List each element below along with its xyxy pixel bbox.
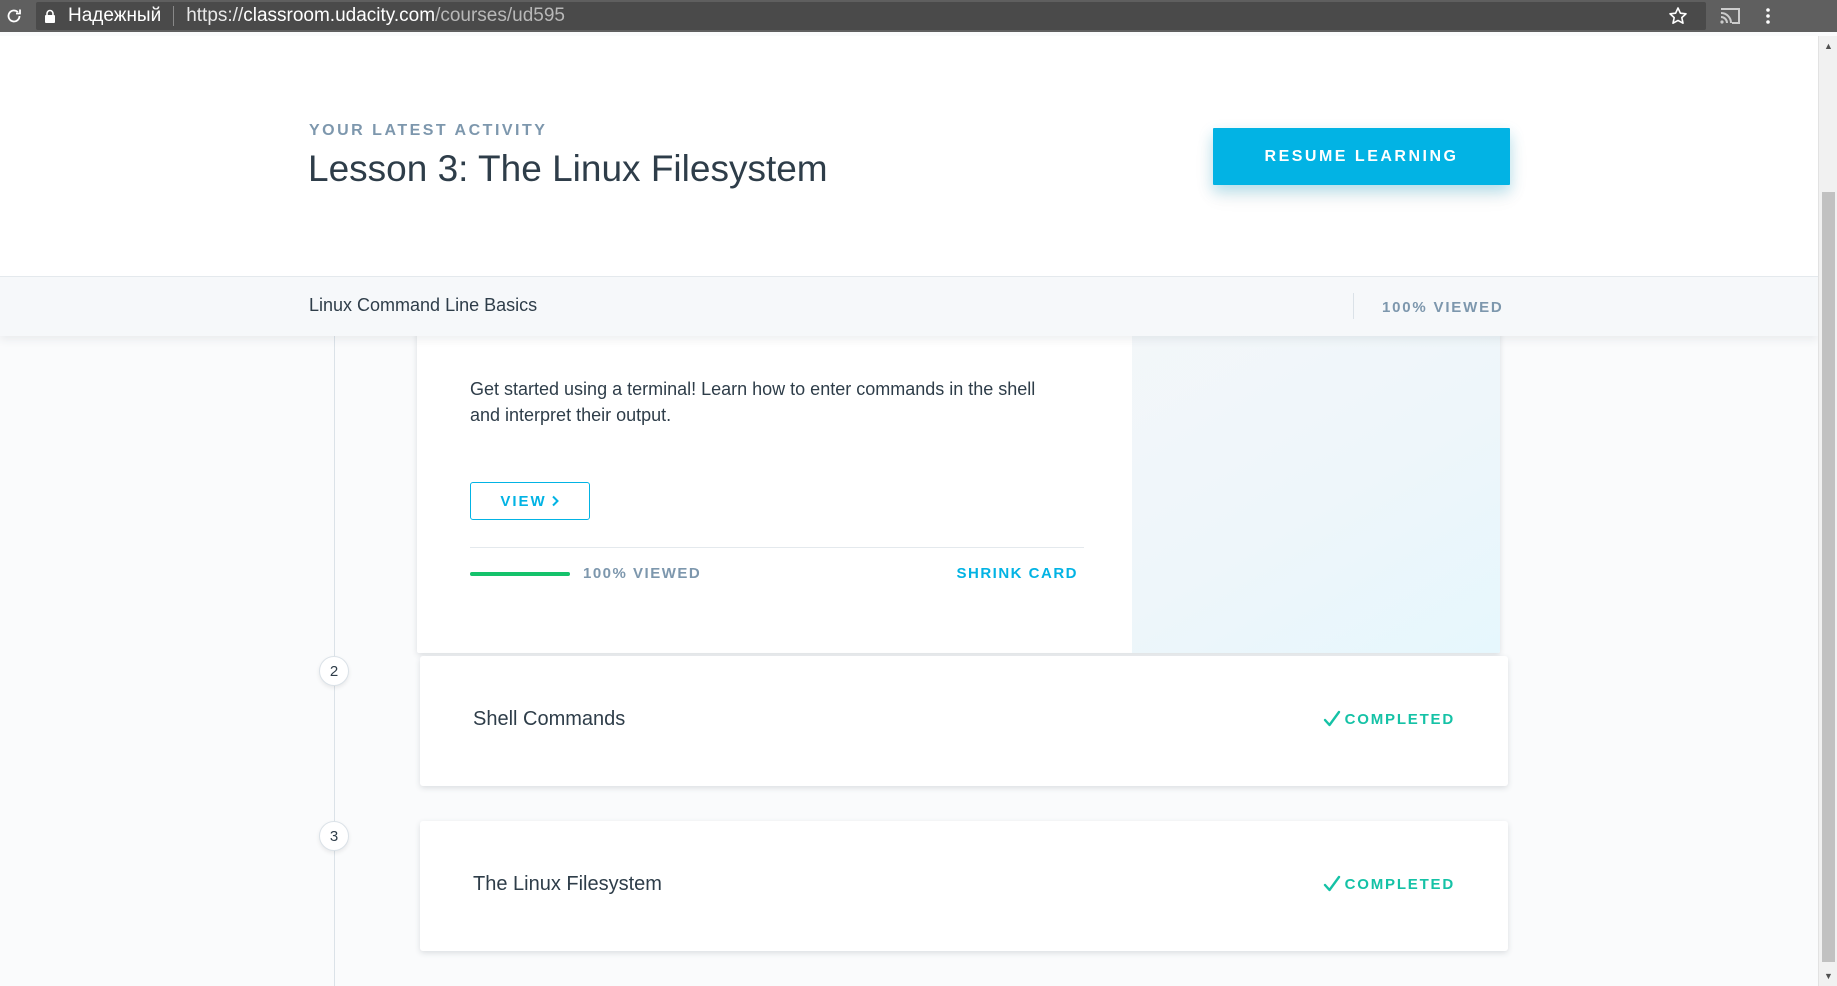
page-scrollbar[interactable]: ▲ ▼ (1818, 36, 1837, 986)
scroll-down-arrow-icon[interactable]: ▼ (1819, 968, 1837, 984)
reload-icon[interactable] (0, 2, 28, 30)
checkmark-icon (1323, 710, 1341, 728)
subheader-divider (1353, 293, 1354, 319)
card-divider (470, 547, 1084, 548)
address-bar[interactable]: Надежный https://classroom.udacity.com/c… (36, 2, 1706, 30)
view-button-label: VIEW (500, 492, 547, 510)
checkmark-icon (1323, 875, 1341, 893)
bookmark-star-icon[interactable] (1664, 2, 1692, 30)
lesson-progress-fill (470, 572, 570, 576)
view-lesson-button[interactable]: VIEW (470, 482, 590, 520)
latest-activity-header: YOUR LATEST ACTIVITY Lesson 3: The Linux… (0, 36, 1818, 336)
lesson-description: Get started using a terminal! Learn how … (470, 379, 1036, 425)
url-host: classroom.udacity.com (243, 5, 436, 26)
course-subheader: Linux Command Line Basics 100% VIEWED (0, 276, 1818, 336)
lesson-progress-bar (470, 572, 570, 576)
latest-activity-title[interactable]: Lesson 3: The Linux Filesystem (308, 148, 828, 190)
url-text[interactable]: https://classroom.udacity.com/courses/ud… (186, 5, 565, 27)
resume-learning-button[interactable]: RESUME LEARNING (1213, 128, 1510, 185)
completed-label: COMPLETED (1344, 875, 1455, 893)
course-viewed-label: 100% VIEWED (1382, 299, 1504, 316)
cast-icon[interactable] (1716, 2, 1744, 30)
lesson-card-illustration (1132, 286, 1500, 653)
latest-activity-label: YOUR LATEST ACTIVITY (309, 122, 548, 139)
completed-badge: COMPLETED (1323, 710, 1455, 728)
url-scheme: https:// (186, 5, 244, 26)
completed-label: COMPLETED (1344, 710, 1455, 728)
classroom-page: Get started using a terminal! Learn how … (0, 36, 1818, 986)
secure-label: Надежный (68, 5, 162, 26)
lesson-progress-label: 100% VIEWED (583, 565, 702, 582)
url-path: /courses/ud595 (435, 5, 565, 26)
lesson-card[interactable]: Shell Commands COMPLETED (420, 656, 1508, 786)
browser-toolbar: Надежный https://classroom.udacity.com/c… (0, 0, 1837, 32)
lesson-step-number: 3 (319, 821, 349, 851)
completed-badge: COMPLETED (1323, 875, 1455, 893)
lesson-title: The Linux Filesystem (473, 873, 662, 895)
lesson-card-expanded: Get started using a terminal! Learn how … (417, 286, 1500, 653)
lesson-title: Shell Commands (473, 708, 626, 730)
scroll-up-arrow-icon[interactable]: ▲ (1819, 38, 1837, 54)
chevron-right-icon (551, 495, 560, 507)
browser-menu-icon[interactable] (1754, 2, 1782, 30)
omnibox-separator (173, 6, 175, 26)
course-name: Linux Command Line Basics (309, 295, 538, 315)
lesson-step-number: 2 (319, 656, 349, 686)
lesson-card[interactable]: The Linux Filesystem COMPLETED (420, 821, 1508, 951)
lock-icon (44, 8, 58, 24)
shrink-card-link[interactable]: SHRINK CARD (957, 565, 1079, 582)
scrollbar-thumb[interactable] (1822, 192, 1835, 962)
